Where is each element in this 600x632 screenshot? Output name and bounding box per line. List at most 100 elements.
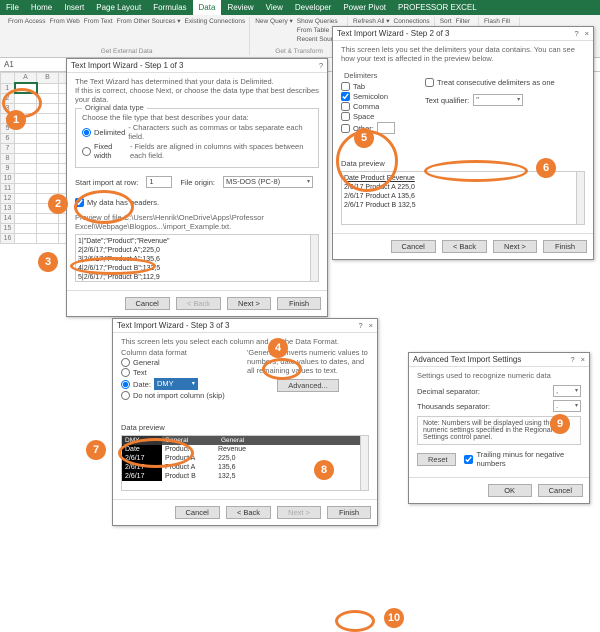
tab-developer[interactable]: Developer [289,0,337,15]
btn-new-query[interactable]: New Query ▾ [255,17,293,26]
btn-filter[interactable]: Filter [456,17,470,26]
preview-box: Date Product Revenue 2/6/17 Product A 22… [341,171,585,225]
dialog-title: Advanced Text Import Settings [413,355,521,364]
opt-fixed-width[interactable]: Fixed width- Fields are aligned in colum… [82,142,312,160]
chk-tab[interactable]: Tab [341,82,415,91]
other-delim-input[interactable] [377,122,395,134]
btn-connections[interactable]: Connections [394,17,430,26]
opt-delimited[interactable]: Delimited- Characters such as commas or … [82,123,312,141]
btn-show-queries[interactable]: Show Queries [297,17,343,26]
date-format-select[interactable]: DMY▾ [154,378,198,390]
close-icon[interactable]: × [585,29,589,38]
btn-from-access[interactable]: From Access [8,17,46,26]
btn-reset[interactable]: Reset [417,453,456,466]
scrollbar[interactable] [360,436,368,490]
tab-home[interactable]: Home [25,0,58,15]
tab-data[interactable]: Data [193,0,222,15]
start-row-input[interactable]: 1 [146,176,172,188]
btn-from-web[interactable]: From Web [50,17,80,26]
btn-existing-conn[interactable]: Existing Connections [185,17,246,26]
btn-sort[interactable]: Sort [440,17,452,26]
btn-back: < Back [176,297,221,310]
qualifier-select[interactable]: "▾ [473,94,523,106]
scrollbar[interactable] [576,172,584,224]
legend: Delimiters [341,71,415,80]
wizard-step3: Text Import Wizard - Step 3 of 3? × This … [112,318,378,526]
intro-text2: If this is correct, choose Next, or choo… [75,86,319,104]
dialog-title: Text Import Wizard - Step 3 of 3 [117,321,229,330]
help-icon[interactable]: ? [358,321,362,330]
btn-finish[interactable]: Finish [327,506,371,519]
btn-flash-fill[interactable]: Flash Fill [484,17,510,26]
tab-professor-excel[interactable]: PROFESSOR EXCEL [392,0,483,15]
opt-date[interactable]: Date: DMY▾ [121,378,239,390]
tab-power-pivot[interactable]: Power Pivot [337,0,392,15]
format-hint: 'General' converts numeric values to num… [247,348,369,375]
btn-cancel[interactable]: Cancel [125,297,170,310]
chk-other[interactable]: Other: [341,122,415,134]
intro-text: The Text Wizard has determined that your… [75,77,319,86]
preview-label: Data preview [341,159,585,168]
tab-formulas[interactable]: Formulas [147,0,192,15]
group-label: Get & Transform [255,48,343,55]
close-icon[interactable]: × [581,355,585,364]
thousands-label: Thousands separator: [417,402,490,411]
tab-page-layout[interactable]: Page Layout [90,0,147,15]
btn-back[interactable]: < Back [442,240,487,253]
opt-general[interactable]: General [121,358,239,367]
close-icon[interactable]: × [369,321,373,330]
file-origin-select[interactable]: MS-DOS (PC-8)▾ [223,176,313,188]
tab-review[interactable]: Review [221,0,259,15]
btn-finish[interactable]: Finish [543,240,587,253]
thousands-select[interactable]: .▾ [553,400,581,412]
btn-finish[interactable]: Finish [277,297,321,310]
dialog-title: Text Import Wizard - Step 1 of 3 [71,61,183,70]
dialog-title: Text Import Wizard - Step 2 of 3 [337,29,449,38]
help-icon[interactable]: ? [574,29,578,38]
wizard-step1: Text Import Wizard - Step 1 of 3? The Te… [66,58,328,317]
start-row-label: Start import at row: [75,178,138,187]
decimal-select[interactable]: ,▾ [553,385,581,397]
ribbon-tabs: File Home Insert Page Layout Formulas Da… [0,0,600,15]
chk-consecutive[interactable]: Treat consecutive delimiters as one [425,78,585,87]
chk-semicolon[interactable]: Semicolon [341,92,415,101]
btn-advanced[interactable]: Advanced... [277,379,339,392]
help-icon[interactable]: ? [570,355,574,364]
btn-cancel[interactable]: Cancel [538,484,583,497]
intro-text: Settings used to recognize numeric data [417,371,581,380]
btn-next[interactable]: Next > [493,240,537,253]
btn-back[interactable]: < Back [226,506,271,519]
btn-next[interactable]: Next > [227,297,271,310]
note: Note: Numbers will be displayed using th… [417,416,581,445]
btn-ok[interactable]: OK [488,484,532,497]
preview-label: Preview of file C:\Users\Henrik\OneDrive… [75,213,319,231]
chk-space[interactable]: Space [341,112,415,121]
file-origin-label: File origin: [180,178,215,187]
chk-trailing-minus[interactable]: Trailing minus for negative numbers [464,450,581,468]
help-icon[interactable]: ? [319,61,323,70]
legend: Original data type [82,103,147,112]
tab-insert[interactable]: Insert [58,0,90,15]
opt-skip[interactable]: Do not import column (skip) [121,391,239,400]
btn-refresh-all[interactable]: Refresh All ▾ [353,17,390,26]
intro-text: This screen lets you set the delimiters … [341,45,585,63]
wizard-step2: Text Import Wizard - Step 2 of 3? × This … [332,26,594,260]
chk-has-headers[interactable]: My data has headers. [75,198,319,207]
tab-view[interactable]: View [260,0,289,15]
opt-text[interactable]: Text [121,368,239,377]
btn-cancel[interactable]: Cancel [175,506,220,519]
prompt: Choose the file type that best describes… [82,113,312,122]
intro-text: This screen lets you select each column … [121,337,369,346]
btn-cancel[interactable]: Cancel [391,240,436,253]
tab-file[interactable]: File [0,0,25,15]
advanced-settings: Advanced Text Import Settings? × Settings… [408,352,590,504]
preview-box: 1|"Date";"Product";"Revenue" 2|2/6/17;"P… [75,234,319,282]
btn-from-text[interactable]: From Text [84,17,113,26]
preview-box: DMY General General DateProductRevenue 2… [121,435,369,491]
scrollbar[interactable] [310,235,318,281]
decimal-label: Decimal separator: [417,387,480,396]
btn-next: Next > [277,506,321,519]
group-label: Get External Data [8,48,245,55]
btn-from-other[interactable]: From Other Sources ▾ [117,17,181,26]
chk-comma[interactable]: Comma [341,102,415,111]
